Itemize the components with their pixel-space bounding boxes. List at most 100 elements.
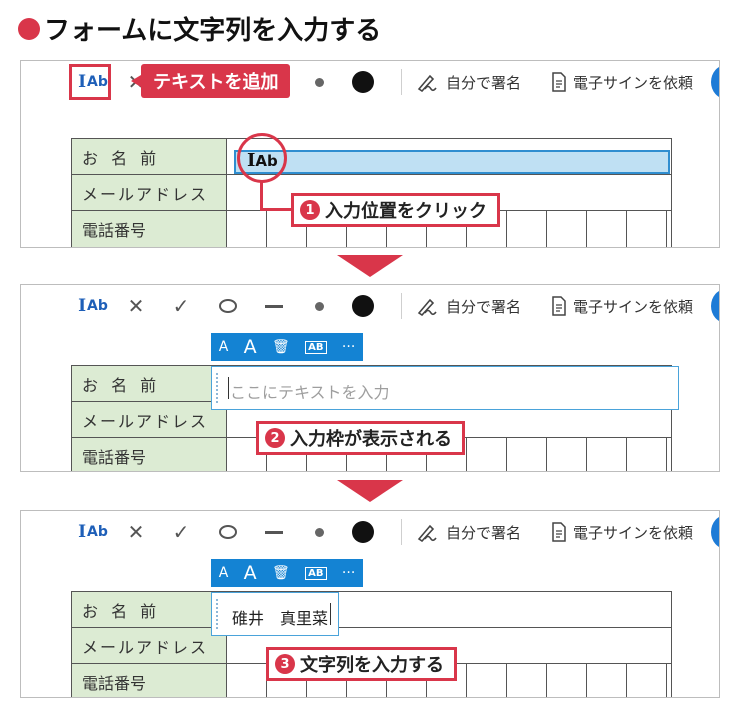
name-field-highlight[interactable] bbox=[234, 150, 670, 174]
step-2-callout: 2 入力枠が表示される bbox=[256, 421, 465, 455]
cross-mark-button[interactable]: ✕ bbox=[121, 511, 151, 553]
step-3-panel: I Ab ✕ ✓ 自分で署名 電子サインを依頼 お 名 前 メールアドレス 電話番… bbox=[20, 510, 720, 698]
toolbar: IAb ✕ 自分で署名 電子サインを依頼 bbox=[21, 61, 719, 103]
document-icon bbox=[552, 72, 566, 92]
self-sign-button[interactable]: 自分で署名 bbox=[416, 285, 536, 327]
drag-handle-icon[interactable] bbox=[216, 599, 218, 629]
small-dot-icon bbox=[314, 527, 324, 537]
large-dot-button[interactable] bbox=[348, 285, 378, 327]
increase-font-button[interactable]: A bbox=[244, 336, 257, 358]
check-mark-button[interactable]: ✓ bbox=[166, 285, 196, 327]
text-caret bbox=[228, 377, 229, 399]
step-1-callout: 1 入力位置をクリック bbox=[291, 193, 500, 227]
more-options-button[interactable]: ··· bbox=[342, 565, 355, 581]
click-position-ring bbox=[237, 133, 287, 183]
step-1-text: 入力位置をクリック bbox=[325, 201, 487, 222]
step-3-callout: 3 文字列を入力する bbox=[266, 647, 457, 681]
x-icon: ✕ bbox=[127, 520, 145, 544]
check-icon: ✓ bbox=[172, 294, 190, 318]
document-icon bbox=[552, 296, 566, 316]
email-label: メールアドレス bbox=[71, 174, 227, 211]
request-signature-button[interactable]: 電子サインを依頼 bbox=[551, 285, 706, 327]
name-label: お 名 前 bbox=[71, 591, 227, 628]
check-mark-button[interactable]: ✓ bbox=[166, 511, 196, 553]
line-icon bbox=[265, 304, 283, 308]
increase-font-button[interactable]: A bbox=[244, 562, 257, 584]
small-dot-button[interactable] bbox=[304, 285, 334, 327]
text-format-toolbar: A A 🗑 AB ··· bbox=[211, 333, 363, 361]
large-dot-button[interactable] bbox=[348, 61, 378, 103]
step-number-badge: 2 bbox=[265, 428, 285, 448]
text-input-value: 碓井 真里菜 bbox=[232, 609, 329, 628]
signature-pen-icon bbox=[417, 74, 437, 92]
decrease-font-button[interactable]: A bbox=[219, 339, 229, 355]
step-number-badge: 3 bbox=[275, 654, 295, 674]
form-table: お 名 前 メールアドレス 電話番号 bbox=[71, 591, 672, 697]
line-button[interactable] bbox=[259, 285, 289, 327]
circle-icon bbox=[219, 525, 237, 539]
toolbar: I Ab ✕ ✓ 自分で署名 電子サインを依頼 bbox=[21, 285, 719, 327]
text-add-button[interactable]: I Ab bbox=[73, 511, 113, 553]
step-3-text: 文字列を入力する bbox=[300, 655, 444, 676]
text-input-placeholder: ここにテキストを入力 bbox=[230, 383, 390, 402]
self-sign-button[interactable]: 自分で署名 bbox=[416, 61, 536, 103]
profile-avatar[interactable] bbox=[711, 289, 719, 323]
toolbar-divider bbox=[401, 69, 402, 95]
profile-avatar[interactable] bbox=[711, 65, 719, 99]
phone-label: 電話番号 bbox=[71, 210, 227, 247]
self-sign-label: 自分で署名 bbox=[446, 523, 522, 542]
callout-leader-line bbox=[260, 181, 263, 211]
email-label: メールアドレス bbox=[71, 627, 227, 664]
circle-button[interactable] bbox=[213, 511, 243, 553]
text-add-callout: テキストを追加 bbox=[130, 64, 291, 98]
x-icon: ✕ bbox=[127, 294, 145, 318]
table-row: お 名 前 bbox=[71, 591, 672, 628]
more-options-button[interactable]: ··· bbox=[342, 339, 355, 355]
cross-mark-button[interactable]: ✕ bbox=[121, 285, 151, 327]
circle-button[interactable] bbox=[213, 285, 243, 327]
step-2-panel: I Ab ✕ ✓ 自分で署名 電子サインを依頼 お 名 前 メールアドレス 電話番… bbox=[20, 284, 720, 472]
step-1-panel: IAb ✕ 自分で署名 電子サインを依頼 テキストを追加 お 名 前 メールアド… bbox=[20, 60, 720, 248]
large-dot-icon bbox=[352, 295, 374, 317]
small-dot-icon bbox=[314, 301, 324, 311]
self-sign-button[interactable]: 自分で署名 bbox=[416, 511, 536, 553]
down-arrow-icon bbox=[337, 255, 403, 277]
request-signature-label: 電子サインを依頼 bbox=[573, 523, 694, 542]
text-format-toolbar: A A 🗑 AB ··· bbox=[211, 559, 363, 587]
profile-avatar[interactable] bbox=[711, 515, 719, 549]
text-input-box[interactable]: ここにテキストを入力 bbox=[211, 366, 679, 410]
phone-label: 電話番号 bbox=[71, 663, 227, 697]
text-cursor-icon: I bbox=[78, 296, 87, 316]
text-box-style-button[interactable]: AB bbox=[305, 566, 327, 580]
request-signature-label: 電子サインを依頼 bbox=[573, 73, 694, 92]
text-cursor-icon: I bbox=[78, 522, 87, 542]
text-add-button[interactable]: I Ab bbox=[73, 285, 113, 327]
small-dot-button[interactable] bbox=[304, 61, 334, 103]
trash-icon[interactable]: 🗑 bbox=[272, 339, 290, 355]
toolbar: I Ab ✕ ✓ 自分で署名 電子サインを依頼 bbox=[21, 511, 719, 553]
large-dot-icon bbox=[352, 71, 374, 93]
small-dot-button[interactable] bbox=[304, 511, 334, 553]
step-2-text: 入力枠が表示される bbox=[290, 429, 452, 450]
page-title: フォームに文字列を入力する bbox=[18, 10, 381, 47]
email-label: メールアドレス bbox=[71, 401, 227, 438]
document-icon bbox=[552, 522, 566, 542]
toolbar-divider bbox=[401, 519, 402, 545]
text-input-box[interactable]: 碓井 真里菜 bbox=[211, 592, 339, 636]
line-icon bbox=[265, 530, 283, 534]
text-box-style-button[interactable]: AB bbox=[305, 340, 327, 354]
small-dot-icon bbox=[314, 77, 324, 87]
drag-handle-icon[interactable] bbox=[216, 373, 218, 403]
name-label: お 名 前 bbox=[71, 138, 227, 175]
check-icon: ✓ bbox=[172, 520, 190, 544]
phone-label: 電話番号 bbox=[71, 437, 227, 471]
line-button[interactable] bbox=[259, 511, 289, 553]
decrease-font-button[interactable]: A bbox=[219, 565, 229, 581]
self-sign-label: 自分で署名 bbox=[446, 297, 522, 316]
request-signature-button[interactable]: 電子サインを依頼 bbox=[551, 61, 706, 103]
text-caret bbox=[330, 603, 331, 625]
trash-icon[interactable]: 🗑 bbox=[272, 565, 290, 581]
large-dot-button[interactable] bbox=[348, 511, 378, 553]
request-signature-button[interactable]: 電子サインを依頼 bbox=[551, 511, 706, 553]
highlight-text-add-box bbox=[69, 64, 111, 100]
